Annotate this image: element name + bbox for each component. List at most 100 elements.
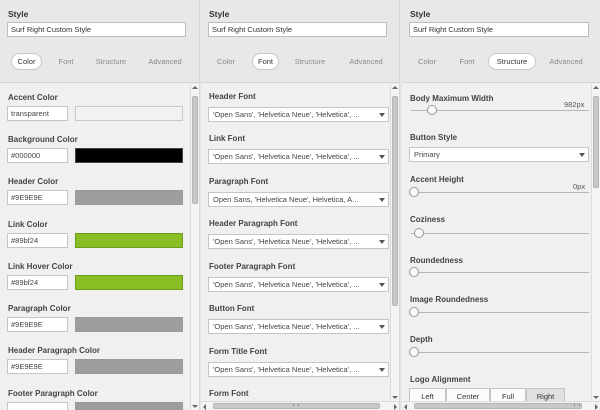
tab-advanced[interactable]: Advanced (546, 54, 586, 70)
slider-track[interactable] (411, 312, 589, 313)
tab-advanced[interactable]: Advanced (145, 54, 185, 70)
style-panel-color: Style Surf Right Custom Style Color Font… (0, 0, 200, 410)
header-paragraph-color-input[interactable]: #9E9E9E (7, 359, 68, 374)
depth-slider[interactable] (409, 347, 419, 357)
slider-track[interactable] (411, 272, 589, 273)
field-label: Footer Paragraph Color (8, 389, 98, 398)
scroll-left-icon[interactable] (404, 404, 407, 410)
footer-paragraph-font-select[interactable]: 'Open Sans', 'Helvetica Neue', 'Helvetic… (208, 277, 389, 292)
tab-font[interactable]: Font (252, 53, 279, 70)
scroll-up-icon[interactable] (392, 86, 398, 89)
roundedness-slider[interactable] (409, 267, 419, 277)
scroll-down-icon[interactable] (593, 396, 599, 399)
field-label: Button Style (410, 133, 458, 142)
field-label: Header Font (209, 92, 256, 101)
select-value: 'Open Sans', 'Helvetica Neue', 'Helvetic… (213, 110, 360, 119)
grip-icon (574, 404, 580, 406)
tab-bar: Color Font Structure Advanced (402, 53, 600, 70)
slider-track[interactable] (411, 233, 589, 234)
field-label: Accent Height (410, 175, 464, 184)
chevron-down-icon (379, 283, 385, 287)
chevron-down-icon (379, 240, 385, 244)
scroll-thumb[interactable] (392, 96, 398, 306)
style-label: Style (410, 9, 431, 19)
coziness-slider[interactable] (414, 228, 425, 238)
tab-color[interactable]: Color (414, 54, 440, 70)
link-color-input[interactable]: #89bf24 (7, 233, 68, 248)
chevron-down-icon (579, 153, 585, 157)
select-value: 'Open Sans', 'Helvetica Neue', 'Helvetic… (213, 280, 360, 289)
style-name-input[interactable]: Surf Right Custom Style (409, 22, 589, 37)
link-color-swatch[interactable] (75, 233, 183, 248)
paragraph-color-input[interactable]: #9E9E9E (7, 317, 68, 332)
accent-color-swatch[interactable] (75, 106, 183, 121)
tab-bar: Color Font Structure Advanced (0, 53, 199, 70)
grip-icon (293, 404, 299, 406)
field-label: Paragraph Font (209, 177, 269, 186)
background-color-input[interactable]: #000000 (7, 148, 68, 163)
field-label: Form Title Font (209, 347, 268, 356)
tab-color[interactable]: Color (213, 54, 239, 70)
field-label: Background Color (8, 135, 78, 144)
vertical-scrollbar[interactable] (190, 84, 199, 410)
button-font-select[interactable]: 'Open Sans', 'Helvetica Neue', 'Helvetic… (208, 319, 389, 334)
scroll-thumb[interactable] (192, 96, 198, 204)
header-paragraph-color-swatch[interactable] (75, 359, 183, 374)
body-max-width-slider[interactable] (426, 105, 437, 115)
chevron-down-icon (379, 368, 385, 372)
slider-track[interactable] (411, 352, 589, 353)
link-hover-color-input[interactable]: #89bf24 (7, 275, 68, 290)
tab-structure[interactable]: Structure (92, 54, 130, 70)
tab-structure[interactable]: Structure (291, 54, 329, 70)
header-paragraph-font-select[interactable]: 'Open Sans', 'Helvetica Neue', 'Helvetic… (208, 234, 389, 249)
select-value: 'Open Sans', 'Helvetica Neue', 'Helvetic… (213, 365, 360, 374)
accent-height-slider[interactable] (409, 187, 419, 197)
scroll-down-icon[interactable] (392, 396, 398, 399)
style-label: Style (209, 9, 230, 19)
scroll-left-icon[interactable] (203, 404, 206, 410)
scroll-up-icon[interactable] (192, 86, 198, 89)
header-color-swatch[interactable] (75, 190, 183, 205)
horizontal-scrollbar[interactable] (402, 401, 600, 410)
image-roundedness-slider[interactable] (409, 307, 419, 317)
header-font-select[interactable]: 'Open Sans', 'Helvetica Neue', 'Helvetic… (208, 107, 389, 122)
chevron-down-icon (379, 198, 385, 202)
tab-font[interactable]: Font (455, 54, 479, 70)
field-label: Header Paragraph Font (209, 219, 298, 228)
scroll-thumb[interactable] (593, 96, 599, 188)
field-label: Paragraph Color (8, 304, 71, 313)
vertical-scrollbar[interactable] (591, 84, 600, 401)
style-name-input[interactable]: Surf Right Custom Style (208, 22, 387, 37)
style-name-input[interactable]: Surf Right Custom Style (7, 22, 186, 37)
form-title-font-select[interactable]: 'Open Sans', 'Helvetica Neue', 'Helvetic… (208, 362, 389, 377)
footer-paragraph-color-swatch[interactable] (75, 402, 183, 410)
tab-color[interactable]: Color (11, 53, 42, 70)
slider-value: 982px (564, 100, 585, 109)
background-color-swatch[interactable] (75, 148, 183, 163)
horizontal-scrollbar[interactable] (201, 401, 399, 410)
scroll-thumb[interactable] (414, 403, 582, 409)
scroll-right-icon[interactable] (394, 404, 397, 410)
accent-color-input[interactable]: transparent (7, 106, 68, 121)
slider-track[interactable] (411, 192, 589, 193)
field-label: Accent Color (8, 93, 58, 102)
link-hover-color-swatch[interactable] (75, 275, 183, 290)
scroll-right-icon[interactable] (595, 404, 598, 410)
field-label: Logo Alignment (410, 375, 471, 384)
tab-advanced[interactable]: Advanced (346, 54, 386, 70)
field-label: Link Color (8, 220, 48, 229)
tab-structure[interactable]: Structure (488, 53, 536, 70)
paragraph-font-select[interactable]: Open Sans, 'Helvetica Neue', Helvetica, … (208, 192, 389, 207)
paragraph-color-swatch[interactable] (75, 317, 183, 332)
select-value: 'Open Sans', 'Helvetica Neue', 'Helvetic… (213, 322, 360, 331)
button-style-select[interactable]: Primary (409, 147, 589, 162)
tab-font[interactable]: Font (53, 54, 79, 70)
header-color-input[interactable]: #9E9E9E (7, 190, 68, 205)
link-font-select[interactable]: 'Open Sans', 'Helvetica Neue', 'Helvetic… (208, 149, 389, 164)
scroll-down-icon[interactable] (192, 405, 198, 408)
slider-track[interactable] (411, 110, 589, 111)
footer-paragraph-color-input[interactable] (7, 402, 68, 410)
vertical-scrollbar[interactable] (390, 84, 399, 401)
chevron-down-icon (379, 325, 385, 329)
scroll-up-icon[interactable] (593, 86, 599, 89)
